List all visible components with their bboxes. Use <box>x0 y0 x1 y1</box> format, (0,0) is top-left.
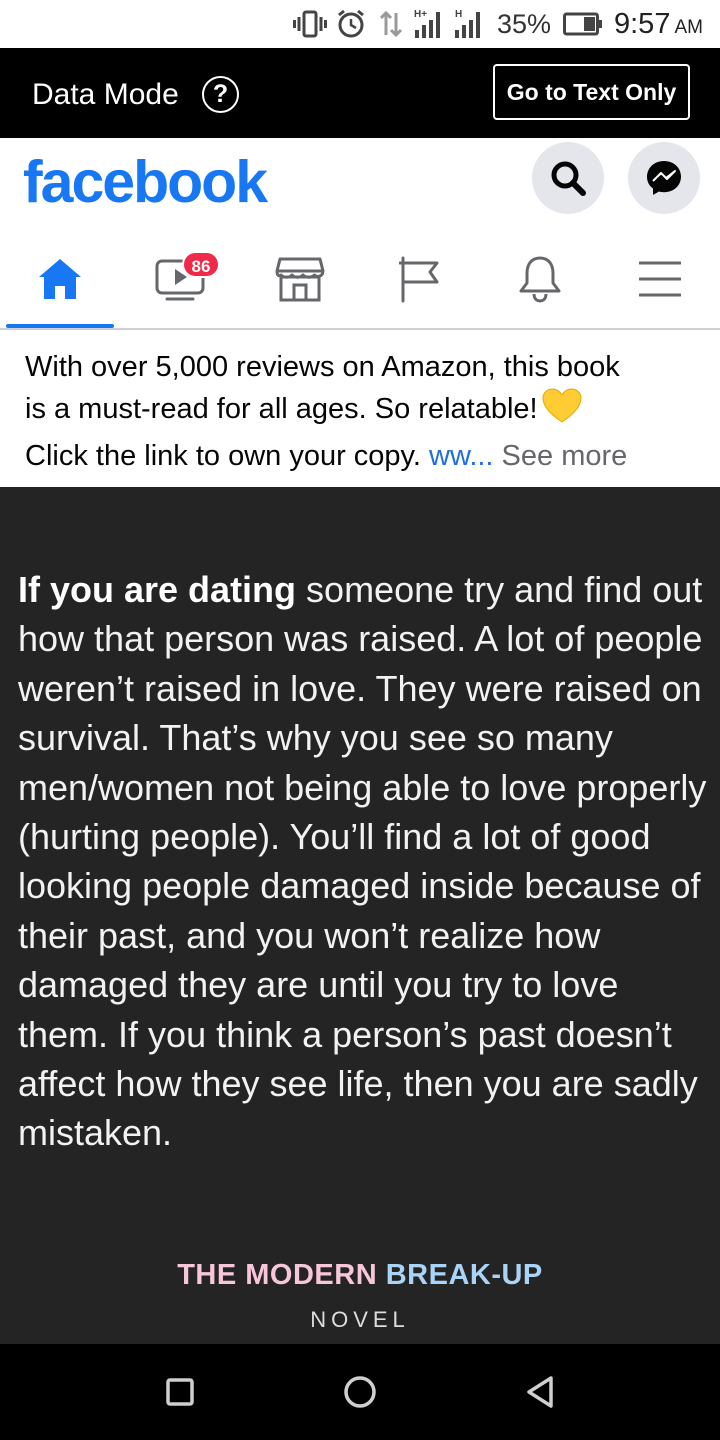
battery-icon <box>562 8 604 40</box>
watch-badge: 86 <box>182 251 220 278</box>
flag-icon <box>399 256 439 303</box>
active-tab-indicator <box>6 324 114 328</box>
vibrate-icon <box>292 8 328 40</box>
quote-body: someone try and find out how that person… <box>18 569 707 1154</box>
book-subtitle: NOVEL <box>310 1307 410 1332</box>
square-icon <box>166 1378 194 1406</box>
clock: 9:57 AM <box>614 8 703 40</box>
alarm-icon <box>334 8 368 40</box>
post-link[interactable]: ww... <box>429 440 493 472</box>
svg-text:H+: H+ <box>414 9 427 20</box>
yellow-heart-icon <box>542 388 582 436</box>
data-transfer-icon <box>378 8 404 40</box>
facebook-logo[interactable]: facebook <box>23 150 268 214</box>
messenger-icon <box>647 161 681 195</box>
facebook-header: facebook <box>0 138 720 230</box>
system-nav-bar <box>0 1344 720 1440</box>
post-line-1: With over 5,000 reviews on Amazon, this … <box>25 351 620 383</box>
data-mode-title: Data Mode <box>32 78 179 111</box>
quote-text: If you are dating someone try and find o… <box>18 565 708 1158</box>
home-button[interactable] <box>330 1362 390 1422</box>
back-button[interactable] <box>510 1362 570 1422</box>
tab-notifications[interactable] <box>480 230 600 328</box>
back-triangle-icon <box>527 1376 553 1408</box>
circle-icon <box>344 1376 376 1408</box>
tab-menu[interactable] <box>600 230 720 328</box>
search-button[interactable] <box>532 142 604 214</box>
quote-bold: If you are dating <box>18 569 297 610</box>
svg-text:H: H <box>455 9 462 20</box>
post-line-2: is a must-read for all ages. So relatabl… <box>25 388 695 436</box>
post-image[interactable]: If you are dating someone try and find o… <box>0 487 720 1344</box>
go-to-text-only-button[interactable]: Go to Text Only <box>493 64 690 120</box>
see-more-link[interactable]: See more <box>494 440 628 472</box>
battery-percent: 35% <box>497 9 552 39</box>
book-title: THE MODERN BREAK-UP <box>177 1259 543 1291</box>
main-nav: 86 <box>0 230 720 330</box>
menu-icon <box>639 261 681 297</box>
data-mode-bar: Data Mode ? Go to Text Only <box>0 48 720 138</box>
post-line-3: Click the link to own your copy. ww... S… <box>25 440 628 472</box>
tab-watch[interactable] <box>120 230 240 328</box>
tab-pages[interactable] <box>360 230 480 328</box>
search-icon <box>551 161 586 196</box>
signal-icon-2: H <box>452 8 486 40</box>
recents-button[interactable] <box>150 1362 210 1422</box>
tab-home[interactable] <box>0 230 120 328</box>
tab-marketplace[interactable] <box>240 230 360 328</box>
bell-icon <box>519 256 561 303</box>
home-icon <box>39 259 81 299</box>
messenger-button[interactable] <box>628 142 700 214</box>
store-icon <box>275 257 325 302</box>
help-icon[interactable]: ? <box>202 76 239 113</box>
status-bar: H+ H 35% 9:57 AM <box>0 0 720 48</box>
post-text: With over 5,000 reviews on Amazon, this … <box>0 332 720 487</box>
signal-icon-1: H+ <box>412 8 446 40</box>
